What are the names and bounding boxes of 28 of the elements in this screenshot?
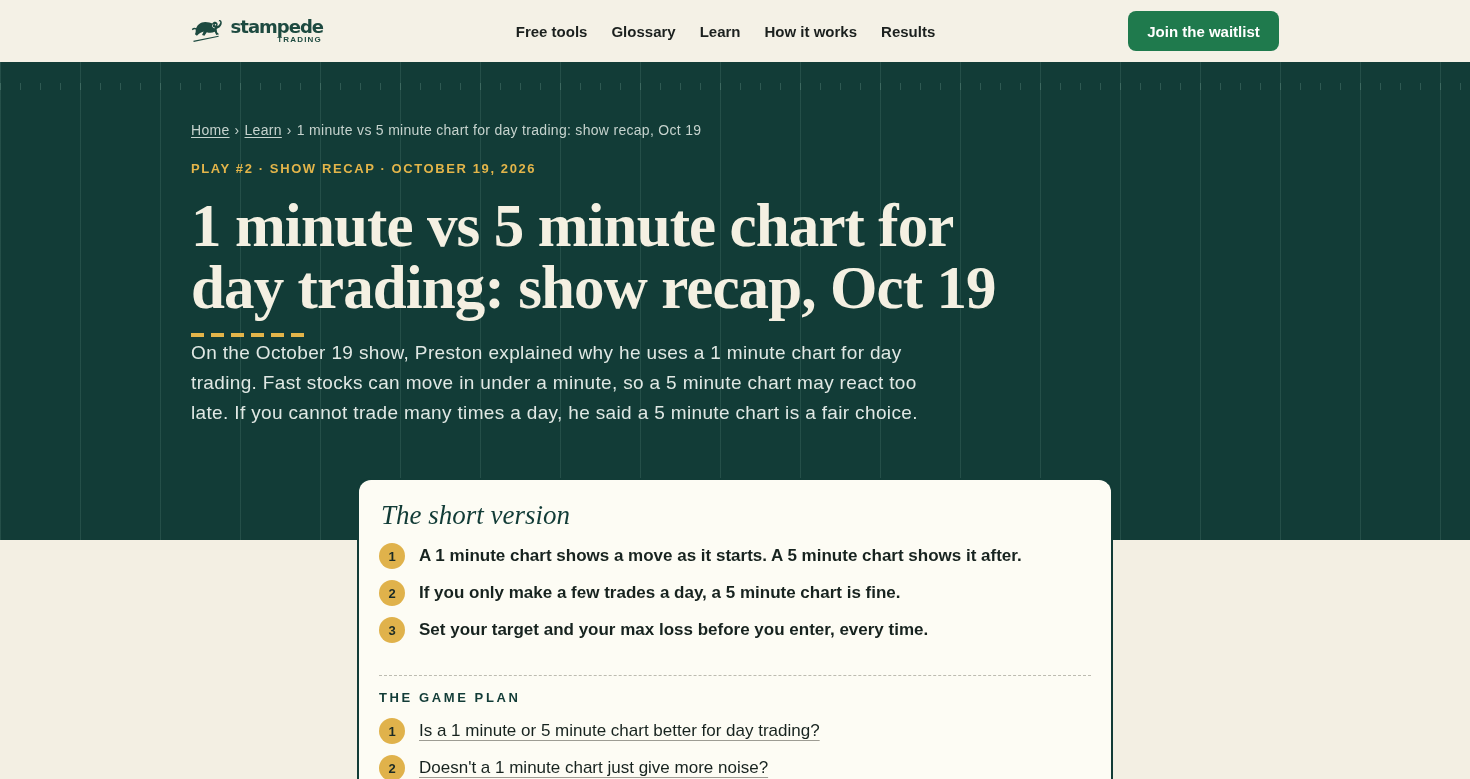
step-number: 1 xyxy=(379,543,405,569)
nav-link[interactable]: Glossary xyxy=(611,22,676,40)
step-number: 3 xyxy=(379,617,405,643)
breadcrumb-link[interactable]: Home xyxy=(191,120,230,140)
section-heading: THE GAME PLAN xyxy=(379,690,521,706)
intro-paragraph: On the October 19 show, Preston explained why he uses a 1 minute chart for day trading. Fast stocks can move in under a minute, so a 5 minute chart may react too late. If you cannot trade many times a day, he said a 5 minute chart is a fair choice. xyxy=(191,341,919,425)
key-point: A 1 minute chart shows a move as it starts. A 5 minute chart shows it after. xyxy=(419,546,1022,566)
join-waitlist-button[interactable]: Join the waitlist xyxy=(1128,11,1279,51)
page-title: 1 minute vs 5 minute chart for day trading: show recap, Oct 19 xyxy=(191,195,997,319)
card-title: The short version xyxy=(381,499,570,532)
question-link[interactable]: Doesn't a 1 minute chart just give more noise? xyxy=(419,758,769,778)
step-number: 1 xyxy=(379,718,405,744)
nav-link[interactable]: How it works xyxy=(764,22,858,40)
breadcrumb-current: 1 minute vs 5 minute chart for day trading: show recap, Oct 19 xyxy=(296,121,702,140)
breadcrumb-separator: › xyxy=(234,121,240,140)
breadcrumb-link[interactable]: Learn xyxy=(244,120,282,140)
key-point: Set your target and your max loss before you enter, every time. xyxy=(419,620,929,640)
nav-link[interactable]: Free tools xyxy=(515,22,588,40)
key-point: If you only make a few trades a day, a 5 minute chart is fine. xyxy=(419,583,901,603)
episode-kicker: PLAY #2 · SHOW RECAP · OCTOBER 19, 2026 xyxy=(191,160,537,178)
step-number: 2 xyxy=(379,755,405,779)
logo-wordmark[interactable]: stampede xyxy=(230,18,323,36)
question-link[interactable]: Is a 1 minute or 5 minute chart better for day trading? xyxy=(419,721,820,741)
nav-link[interactable]: Results xyxy=(881,22,936,40)
nav-link[interactable]: Learn xyxy=(699,22,741,40)
breadcrumb-separator: › xyxy=(286,121,292,140)
step-number: 2 xyxy=(379,580,405,606)
logo-tagline: TRADING xyxy=(277,36,322,44)
